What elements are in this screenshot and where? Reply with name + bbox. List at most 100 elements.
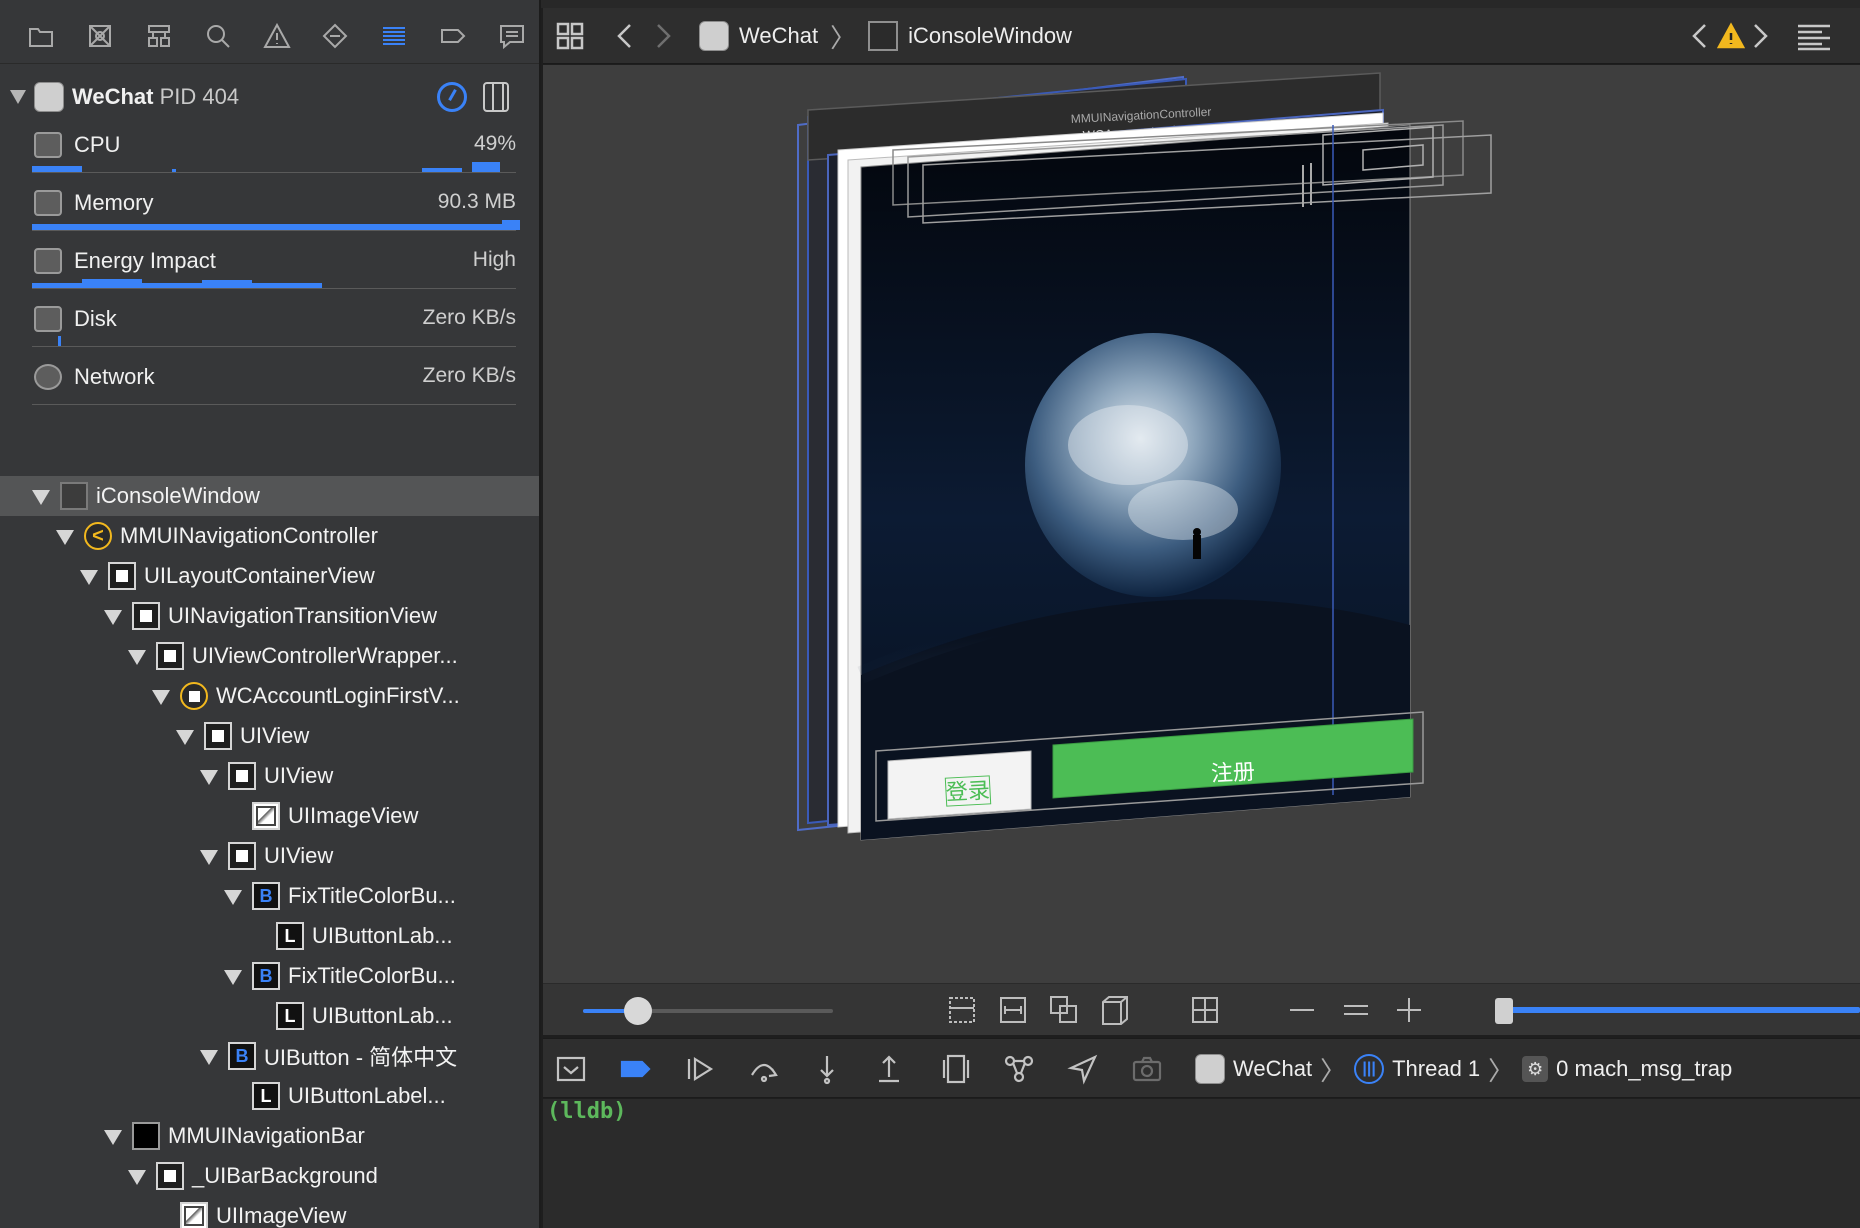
- disclosure-triangle-icon[interactable]: [54, 525, 76, 547]
- disclosure-triangle-icon[interactable]: [126, 1165, 148, 1187]
- warning-icon[interactable]: [247, 8, 306, 64]
- step-into-icon[interactable]: [811, 1053, 843, 1085]
- search-icon[interactable]: [188, 8, 247, 64]
- disclosure-triangle-icon[interactable]: [222, 885, 244, 907]
- process-row[interactable]: WeChat PID 404: [0, 78, 539, 118]
- report-icon[interactable]: [482, 8, 539, 64]
- adjust-view-mode-icon[interactable]: [1048, 994, 1080, 1026]
- tree-node[interactable]: L UIButtonLabel...: [0, 1076, 539, 1116]
- gauge-memory[interactable]: Memory 90.3 MB: [32, 180, 520, 238]
- disclosure-triangle-icon[interactable]: [174, 725, 196, 747]
- debug-icon[interactable]: [365, 8, 424, 64]
- orientation-icon[interactable]: [1099, 994, 1131, 1026]
- tree-node[interactable]: UIView: [0, 836, 539, 876]
- range-handle-left[interactable]: [1495, 998, 1513, 1024]
- disclosure-triangle-icon[interactable]: [198, 1045, 220, 1067]
- breadcrumb-app[interactable]: WeChat: [739, 23, 818, 49]
- process-pid: PID 404: [159, 84, 240, 109]
- breadcrumb-separator-icon: 〉: [1320, 1055, 1347, 1086]
- zoom-out-icon[interactable]: [1286, 994, 1318, 1026]
- tree-node-label: iConsoleWindow: [96, 483, 260, 508]
- previous-issue-icon[interactable]: [1689, 8, 1711, 64]
- disclosure-triangle-icon[interactable]: [222, 965, 244, 987]
- editor-options-icon[interactable]: [1796, 8, 1832, 64]
- simulate-location-icon[interactable]: [1067, 1053, 1099, 1085]
- camera-icon[interactable]: [1131, 1053, 1163, 1085]
- hierarchy-icon[interactable]: [130, 8, 189, 64]
- back-chevron-icon[interactable]: [613, 8, 637, 64]
- person-head: [1193, 528, 1201, 536]
- tree-node[interactable]: UIImageView: [0, 796, 539, 836]
- gauge-energy[interactable]: Energy Impact High: [32, 238, 516, 296]
- tree-node[interactable]: MMUINavigationBar: [0, 1116, 539, 1156]
- zoom-in-icon[interactable]: [1393, 994, 1425, 1026]
- reset-viewing-area-icon[interactable]: [1189, 994, 1221, 1026]
- warning-triangle-icon[interactable]: [1717, 8, 1745, 64]
- next-issue-icon[interactable]: [1749, 8, 1771, 64]
- view-debugger-canvas[interactable]: MMUINavigationController WCAccountLoginF…: [543, 65, 1860, 983]
- tree-node[interactable]: < MMUINavigationController: [0, 516, 539, 556]
- login-button-label: 登录: [945, 779, 990, 806]
- disclosure-triangle-icon[interactable]: [30, 485, 52, 507]
- breadcrumb-separator-icon: 〉: [830, 22, 857, 53]
- hide-debug-area-icon[interactable]: [555, 1053, 587, 1085]
- tree-node[interactable]: iConsoleWindow: [0, 476, 539, 516]
- source-control-icon[interactable]: [71, 8, 130, 64]
- view-range-slider[interactable]: [1495, 994, 1860, 1026]
- lldb-console[interactable]: (lldb): [543, 1099, 1860, 1228]
- step-over-icon[interactable]: [748, 1053, 780, 1085]
- view-process-by-thread-icon[interactable]: [483, 82, 509, 112]
- disclosure-triangle-icon[interactable]: [102, 1125, 124, 1147]
- forward-chevron-icon[interactable]: [651, 8, 675, 64]
- tree-node[interactable]: UILayoutContainerView: [0, 556, 539, 596]
- debug-memory-graph-icon[interactable]: [1003, 1053, 1035, 1085]
- tree-node[interactable]: UINavigationTransitionView: [0, 596, 539, 636]
- breakpoints-active-icon[interactable]: [620, 1053, 652, 1085]
- exploded-view-scene[interactable]: MMUINavigationController WCAccountLoginF…: [543, 65, 1860, 983]
- tree-node[interactable]: UIImageView: [0, 1196, 539, 1228]
- tree-node[interactable]: UIView: [0, 716, 539, 756]
- disclosure-triangle-icon[interactable]: [102, 605, 124, 627]
- tree-node-label: UINavigationTransitionView: [168, 603, 438, 628]
- view-icon: [228, 762, 256, 790]
- gauge-network[interactable]: Network Zero KB/s: [32, 354, 516, 412]
- tree-node-label: UIButtonLabel...: [288, 1083, 446, 1108]
- folder-icon[interactable]: [12, 8, 71, 64]
- tree-node[interactable]: WCAccountLoginFirstV...: [0, 676, 539, 716]
- gauge-cpu[interactable]: CPU 49%: [32, 122, 516, 180]
- continue-icon[interactable]: [684, 1053, 716, 1085]
- app-icon: [699, 21, 729, 51]
- slider-knob[interactable]: [624, 997, 652, 1025]
- disclosure-triangle-icon[interactable]: [78, 565, 100, 587]
- tree-node[interactable]: _UIBarBackground: [0, 1156, 539, 1196]
- tree-node[interactable]: B FixTitleColorBu...: [0, 956, 539, 996]
- tree-node[interactable]: UIView: [0, 756, 539, 796]
- gauge-disk[interactable]: Disk Zero KB/s: [32, 296, 516, 354]
- zoom-actual-size-icon[interactable]: [1340, 994, 1372, 1026]
- layer-spacing-slider[interactable]: [583, 996, 833, 1026]
- view-process-by-queue-icon[interactable]: [437, 82, 467, 112]
- show-constraints-icon[interactable]: [997, 994, 1029, 1026]
- tree-node[interactable]: B FixTitleColorBu...: [0, 876, 539, 916]
- disclosure-triangle-icon[interactable]: [150, 685, 172, 707]
- tree-node[interactable]: L UIButtonLab...: [0, 996, 539, 1036]
- disclosure-triangle-icon[interactable]: [126, 645, 148, 667]
- debug-crumb-frame[interactable]: 0 mach_msg_trap: [1556, 1056, 1732, 1082]
- disclosure-triangle[interactable]: [10, 90, 26, 104]
- disclosure-triangle-icon[interactable]: [198, 765, 220, 787]
- disclosure-triangle-icon[interactable]: [198, 845, 220, 867]
- breadcrumb-window[interactable]: iConsoleWindow: [908, 23, 1072, 49]
- debug-view-hierarchy-icon[interactable]: [940, 1053, 972, 1085]
- show-clipped-content-icon[interactable]: [946, 994, 978, 1026]
- debug-crumb-app[interactable]: WeChat: [1233, 1056, 1312, 1082]
- tree-node[interactable]: L UIButtonLab...: [0, 916, 539, 956]
- step-out-icon[interactable]: [873, 1053, 905, 1085]
- related-items-icon[interactable]: [555, 8, 585, 64]
- tree-node[interactable]: B UIButton - 简体中文: [0, 1036, 539, 1076]
- test-icon[interactable]: [306, 8, 365, 64]
- breakpoint-icon[interactable]: [423, 8, 482, 64]
- debug-crumb-thread[interactable]: Thread 1: [1392, 1056, 1480, 1082]
- person-silhouette: [1193, 535, 1201, 559]
- tree-node[interactable]: UIViewControllerWrapper...: [0, 636, 539, 676]
- view-icon: [204, 722, 232, 750]
